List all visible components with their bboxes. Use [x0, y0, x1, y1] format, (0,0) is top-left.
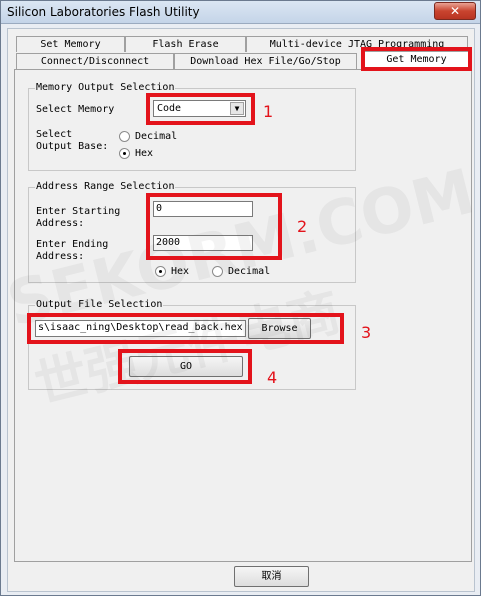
tab-flash-erase[interactable]: Flash Erase: [125, 36, 246, 52]
app-window: Silicon Laboratories Flash Utility ✕ Set…: [0, 0, 481, 596]
annotation-box-3: [27, 313, 344, 344]
tab-set-memory[interactable]: Set Memory: [16, 36, 125, 52]
start-address-label: Enter Starting Address:: [36, 206, 121, 229]
close-button[interactable]: ✕: [434, 2, 476, 20]
annotation-label-2: 2: [297, 217, 308, 236]
close-icon: ✕: [449, 4, 461, 18]
window-title: Silicon Laboratories Flash Utility: [7, 5, 200, 19]
tab-download-hex[interactable]: Download Hex File/Go/Stop: [174, 53, 357, 70]
annotation-box-tab: [361, 47, 472, 71]
radio-address-hex-label: Hex: [171, 266, 190, 277]
tab-connect-disconnect[interactable]: Connect/Disconnect: [16, 53, 174, 70]
annotation-box-4: [118, 349, 252, 384]
tab-label: Connect/Disconnect: [40, 56, 150, 67]
group-title: Output File Selection: [35, 299, 164, 311]
tab-label: Download Hex File/Go/Stop: [190, 56, 341, 67]
cancel-button[interactable]: 取消: [234, 566, 309, 587]
radio-decimal[interactable]: [119, 131, 130, 142]
radio-address-decimal[interactable]: [212, 266, 223, 277]
annotation-box-1: [146, 93, 255, 125]
tab-label: Flash Erase: [152, 39, 219, 50]
radio-hex-label: Hex: [135, 148, 154, 159]
radio-decimal-label: Decimal: [135, 131, 178, 142]
title-bar[interactable]: Silicon Laboratories Flash Utility ✕: [1, 1, 480, 24]
annotation-box-2: [146, 193, 282, 260]
radio-hex[interactable]: [119, 148, 130, 159]
annotation-label-4: 4: [267, 368, 278, 387]
end-address-label: Enter Ending Address:: [36, 239, 109, 262]
group-title: Address Range Selection: [35, 181, 176, 193]
radio-address-decimal-label: Decimal: [228, 266, 271, 277]
tab-label: Set Memory: [40, 39, 101, 50]
radio-address-hex[interactable]: [155, 266, 166, 277]
annotation-label-3: 3: [361, 323, 372, 342]
output-base-label: Select Output Base:: [36, 129, 109, 152]
select-memory-label: Select Memory: [36, 104, 115, 115]
annotation-label-1: 1: [263, 102, 274, 121]
